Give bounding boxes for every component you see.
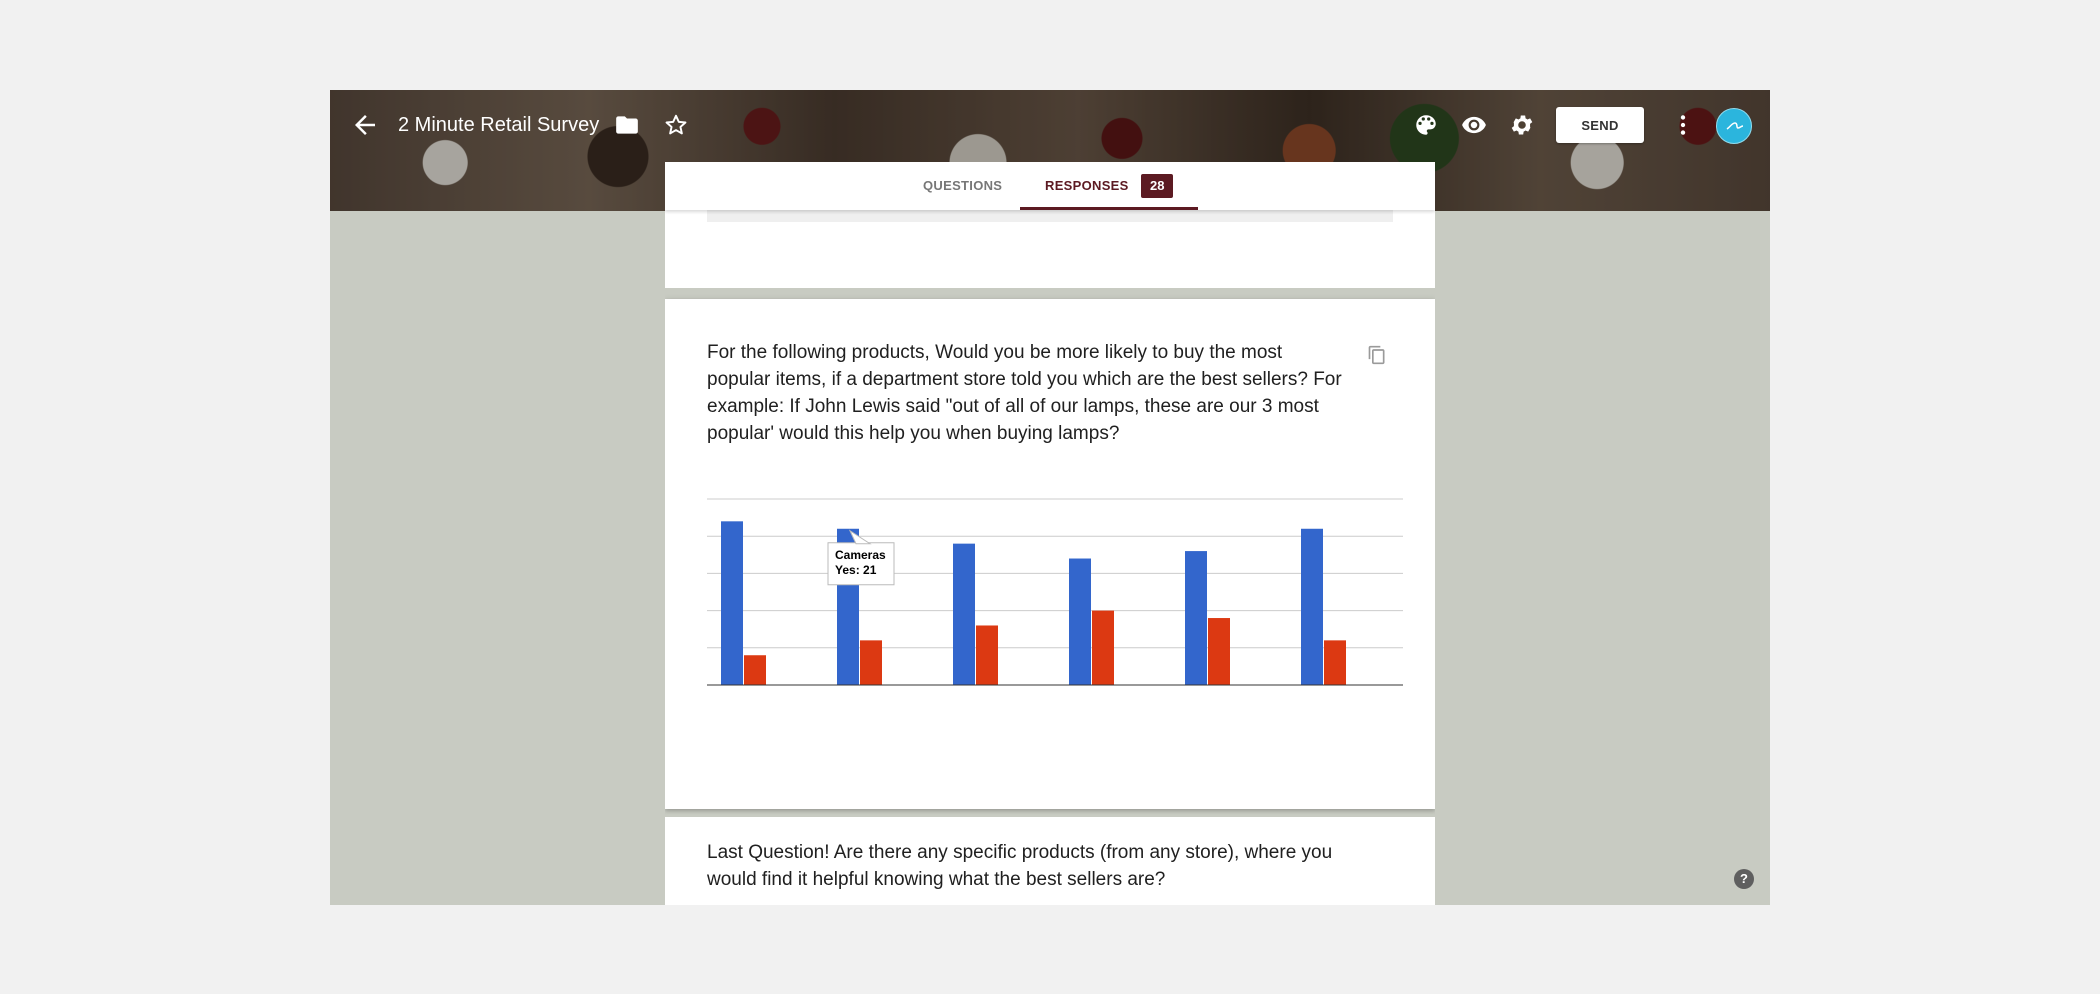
tabs-bar: QUESTIONS RESPONSES 28 <box>665 162 1435 210</box>
more-vert-icon[interactable] <box>1670 112 1696 138</box>
forms-app: 2 Minute Retail Survey SEND I think so a… <box>330 90 1770 905</box>
responses-count-badge[interactable]: 28 <box>1141 174 1174 198</box>
star-icon[interactable] <box>663 112 689 138</box>
chart-bar[interactable] <box>953 543 975 685</box>
folder-icon[interactable] <box>614 112 640 138</box>
chart-bar[interactable] <box>976 625 998 685</box>
palette-icon[interactable] <box>1413 112 1439 138</box>
form-title[interactable]: 2 Minute Retail Survey <box>398 110 599 140</box>
chart-bar[interactable] <box>1069 558 1091 685</box>
help-button[interactable]: ? <box>1734 869 1754 889</box>
next-question-title: Last Question! Are there any specific pr… <box>707 842 1333 890</box>
chart-bar[interactable] <box>1185 551 1207 685</box>
tooltip-value-label: Yes: 21 <box>835 563 877 577</box>
chart-bar[interactable] <box>1301 528 1323 685</box>
arrow-back-icon[interactable] <box>350 110 380 140</box>
active-tab-indicator <box>1020 207 1198 210</box>
next-question-card: Last Question! Are there any specific pr… <box>665 817 1435 905</box>
chart-bar[interactable] <box>1092 610 1114 685</box>
tab-responses[interactable]: RESPONSES <box>1045 162 1129 210</box>
chart-bar[interactable] <box>744 655 766 685</box>
chart-bar[interactable] <box>721 521 743 685</box>
top-bar: 2 Minute Retail Survey SEND <box>330 90 1770 160</box>
copy-icon[interactable] <box>1367 344 1387 366</box>
chart-bar[interactable] <box>1208 618 1230 685</box>
tab-questions[interactable]: QUESTIONS <box>923 162 1002 210</box>
signature-icon <box>1726 122 1744 130</box>
gear-icon[interactable] <box>1509 112 1535 138</box>
question-summary-card: For the following products, Would you be… <box>665 299 1435 809</box>
question-title: For the following products, Would you be… <box>707 342 1342 444</box>
eye-icon[interactable] <box>1461 112 1487 138</box>
send-button[interactable]: SEND <box>1556 107 1644 143</box>
responses-bar-chart[interactable]: CamerasYes: 21 <box>707 489 1403 689</box>
chart-bar[interactable] <box>860 640 882 685</box>
chart-bar[interactable] <box>1324 640 1346 685</box>
tooltip-category-label: Cameras <box>835 548 886 562</box>
avatar[interactable] <box>1716 108 1752 144</box>
responses-column: I think so and I think it was Sainsbury'… <box>665 162 1435 905</box>
